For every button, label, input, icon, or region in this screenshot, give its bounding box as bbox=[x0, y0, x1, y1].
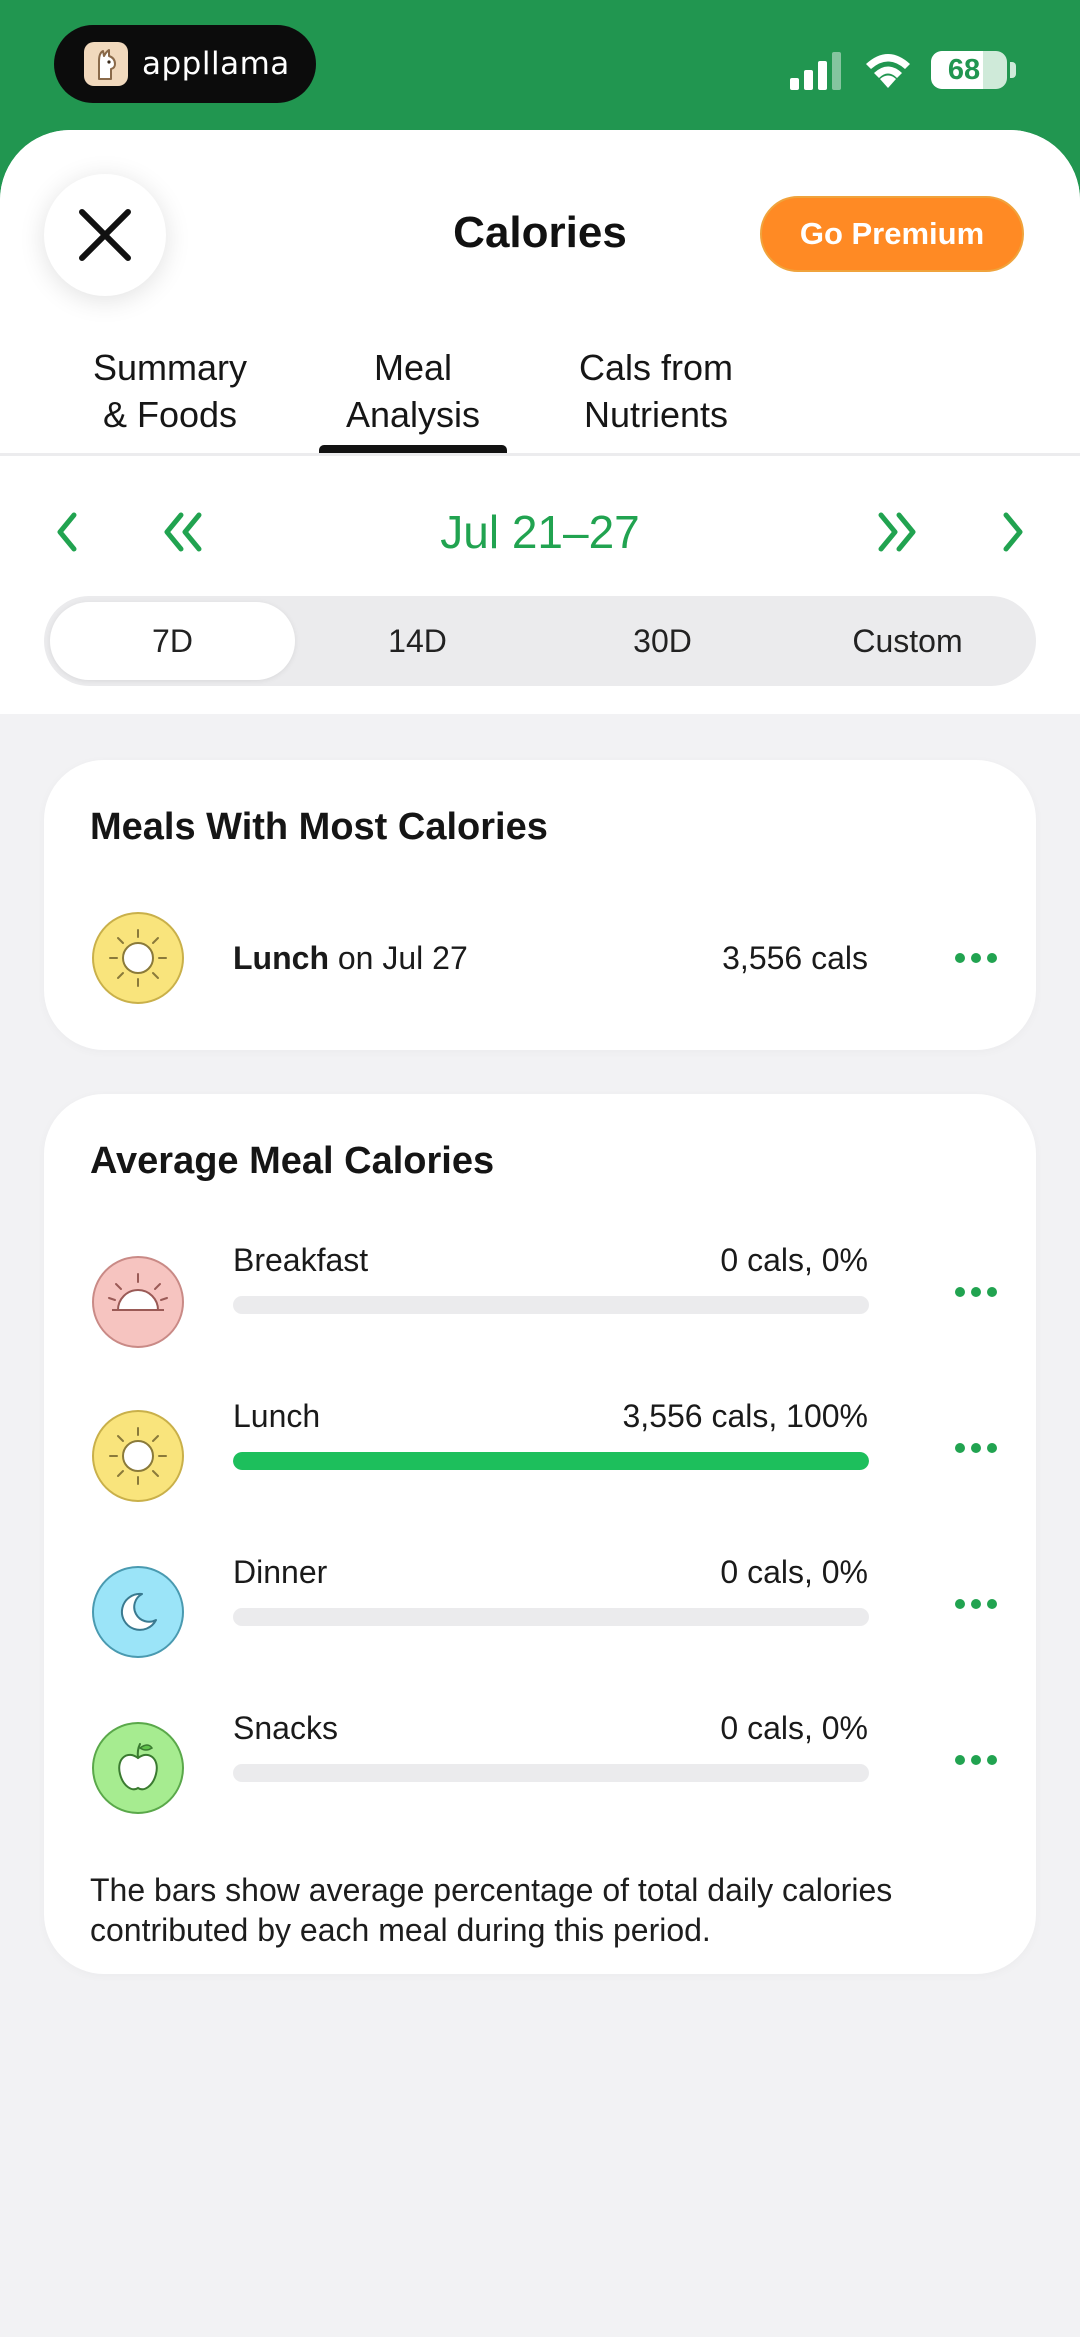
tab-label-line1: Cals from bbox=[578, 347, 734, 388]
meal-value-snacks: 0 cals, 0% bbox=[720, 1710, 868, 1746]
tab-label-line2: Analysis bbox=[345, 394, 481, 435]
meal-label-lunch: Lunch bbox=[233, 1398, 321, 1434]
tab-label-line1: Meal bbox=[373, 347, 453, 388]
status-bar: appllama 68 bbox=[0, 0, 1080, 132]
next-period-button[interactable] bbox=[872, 502, 922, 562]
top-meal-name: Lunch bbox=[233, 940, 329, 976]
sunrise-icon bbox=[92, 1256, 184, 1348]
close-button[interactable] bbox=[44, 174, 166, 296]
tab-summary-foods[interactable]: Summary & Foods bbox=[60, 344, 280, 438]
meal-bar-dinner bbox=[233, 1608, 869, 1626]
go-premium-button[interactable]: Go Premium bbox=[760, 196, 1024, 272]
page-title: Calories bbox=[453, 208, 627, 257]
meal-value-dinner: 0 cals, 0% bbox=[720, 1554, 868, 1590]
meal-bar-snacks bbox=[233, 1764, 869, 1782]
more-options-dinner-icon[interactable] bbox=[954, 1597, 998, 1611]
more-options-breakfast-icon[interactable] bbox=[954, 1285, 998, 1299]
meal-label-breakfast: Breakfast bbox=[233, 1242, 369, 1278]
meal-bar-breakfast bbox=[233, 1296, 869, 1314]
chevron-left-icon bbox=[57, 512, 77, 552]
period-7d[interactable]: 7D bbox=[50, 602, 295, 680]
period-30d[interactable]: 30D bbox=[540, 602, 785, 680]
average-meal-calories-card: Average Meal Calories Breakfast 0 cals, … bbox=[44, 1094, 1036, 1974]
sheet-header-area: Calories Go Premium Summary & Foods Meal… bbox=[0, 130, 1080, 714]
card-title: Meals With Most Calories bbox=[90, 806, 548, 848]
tab-cals-from-nutrients[interactable]: Cals from Nutrients bbox=[546, 344, 766, 438]
previous-period-button[interactable] bbox=[158, 502, 208, 562]
top-meal-calories: 3,556 cals bbox=[722, 940, 868, 976]
tab-label-line2: Nutrients bbox=[583, 394, 729, 435]
meal-label-dinner: Dinner bbox=[233, 1554, 328, 1590]
calories-sheet: Calories Go Premium Summary & Foods Meal… bbox=[0, 130, 1080, 2337]
battery-percentage: 68 bbox=[947, 53, 981, 86]
apple-icon bbox=[92, 1722, 184, 1814]
card-title: Average Meal Calories bbox=[90, 1140, 495, 1182]
app-name: appllama bbox=[142, 46, 290, 82]
chevron-right-icon bbox=[1003, 512, 1023, 552]
most-calories-card: Meals With Most Calories Lunch on Jul 27… bbox=[44, 760, 1036, 1050]
wifi-icon bbox=[866, 54, 910, 88]
next-day-button[interactable] bbox=[988, 502, 1038, 562]
tab-divider bbox=[0, 453, 1080, 456]
meal-bar-fill-lunch bbox=[233, 1452, 869, 1470]
more-options-snacks-icon[interactable] bbox=[954, 1753, 998, 1767]
app-indicator-pill[interactable]: appllama bbox=[54, 25, 316, 103]
more-options-lunch-icon[interactable] bbox=[954, 1441, 998, 1455]
battery-tip bbox=[1010, 62, 1016, 78]
bars-footnote: The bars show average percentage of tota… bbox=[90, 1872, 893, 1948]
tab-label-line1: Summary bbox=[92, 347, 248, 388]
period-14d[interactable]: 14D bbox=[295, 602, 540, 680]
previous-day-button[interactable] bbox=[42, 502, 92, 562]
meal-label-snacks: Snacks bbox=[233, 1710, 338, 1746]
meal-value-lunch: 3,556 cals, 100% bbox=[622, 1398, 869, 1434]
more-options-icon[interactable] bbox=[954, 951, 998, 965]
battery-icon: 68 bbox=[931, 51, 1007, 89]
meal-bar-lunch bbox=[233, 1452, 869, 1470]
close-icon bbox=[79, 209, 131, 261]
top-meal-label: Lunch on Jul 27 bbox=[233, 940, 468, 977]
sun-icon bbox=[92, 1410, 184, 1502]
tab-meal-analysis[interactable]: Meal Analysis bbox=[303, 344, 523, 438]
tab-label-line2: & Foods bbox=[102, 394, 238, 435]
llama-logo-icon bbox=[84, 42, 128, 86]
top-meal-date: on Jul 27 bbox=[328, 940, 468, 976]
cellular-signal-icon bbox=[790, 52, 841, 90]
period-custom[interactable]: Custom bbox=[785, 602, 1030, 680]
double-chevron-left-icon bbox=[164, 512, 202, 552]
date-range-label[interactable]: Jul 21–27 bbox=[340, 502, 740, 562]
meal-value-breakfast: 0 cals, 0% bbox=[720, 1242, 868, 1278]
period-selector: 7D 14D 30D Custom bbox=[44, 596, 1036, 686]
sun-icon bbox=[92, 912, 184, 1004]
double-chevron-right-icon bbox=[878, 512, 916, 552]
moon-icon bbox=[92, 1566, 184, 1658]
